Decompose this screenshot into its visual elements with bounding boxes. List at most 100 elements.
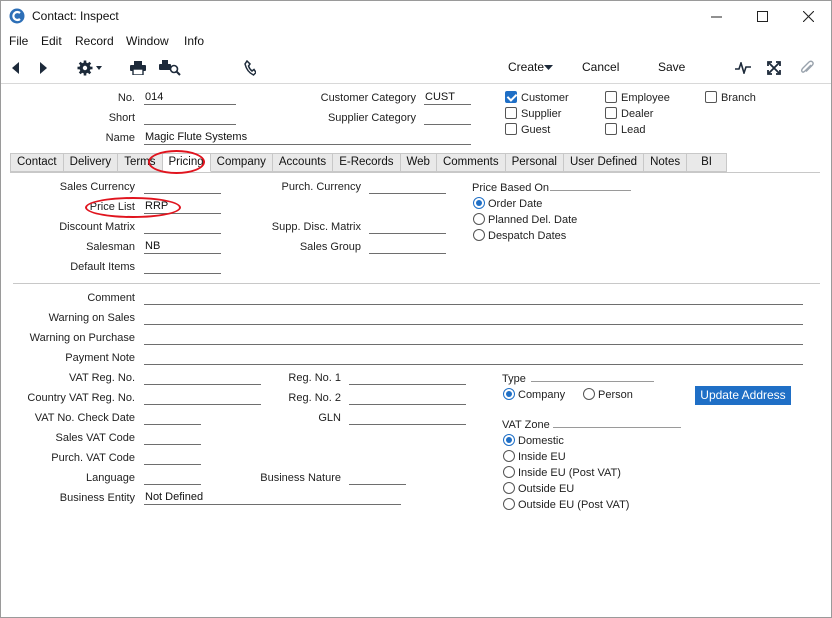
tab-divider [10, 172, 820, 173]
short-label: Short [108, 112, 135, 124]
reg-no-1-field[interactable] [349, 371, 466, 385]
employee-checkbox[interactable] [605, 91, 617, 103]
tab-pricing[interactable]: Pricing [162, 153, 211, 172]
maximize-button[interactable] [739, 1, 785, 31]
cancel-button[interactable]: Cancel [582, 60, 619, 74]
save-button[interactable]: Save [658, 60, 685, 74]
tab-web[interactable]: Web [400, 153, 437, 172]
warning-on-sales-field[interactable] [144, 311, 803, 325]
window-title: Contact: Inspect [32, 9, 119, 23]
phone-icon[interactable] [241, 59, 259, 77]
vat-zone-underline [553, 427, 681, 428]
tab-accounts[interactable]: Accounts [272, 153, 334, 172]
supplier-category-field[interactable] [424, 111, 471, 125]
toolbar: Create Cancel Save [1, 52, 831, 84]
order-date-radio[interactable] [473, 197, 485, 209]
chevron-down-icon[interactable] [542, 59, 554, 77]
expand-icon[interactable] [765, 59, 783, 77]
print-preview-icon[interactable] [158, 59, 182, 77]
employee-checkbox-label: Employee [621, 92, 670, 104]
dealer-checkbox[interactable] [605, 107, 617, 119]
supplier-checkbox[interactable] [505, 107, 517, 119]
menu-window[interactable]: Window [126, 34, 169, 48]
type-company-radio[interactable] [503, 388, 515, 400]
purch-currency-label: Purch. Currency [281, 181, 361, 193]
lead-checkbox[interactable] [605, 123, 617, 135]
customer-category-field[interactable]: CUST [424, 91, 471, 105]
supplier-category-label: Supplier Category [327, 112, 416, 124]
update-address-button[interactable]: Update Address [695, 386, 791, 405]
tab-comments[interactable]: Comments [436, 153, 506, 172]
tab-delivery[interactable]: Delivery [63, 153, 119, 172]
tab-contact[interactable]: Contact [10, 153, 64, 172]
close-button[interactable] [785, 1, 831, 31]
sales-currency-field[interactable] [144, 180, 221, 194]
name-field[interactable]: Magic Flute Systems [144, 131, 471, 145]
sales-vat-code-field[interactable] [144, 431, 201, 445]
gear-icon[interactable] [75, 59, 105, 77]
menu-edit[interactable]: Edit [41, 34, 62, 48]
vat-zone-outside-eu-radio[interactable] [503, 482, 515, 494]
tab-bi[interactable]: BI [687, 153, 728, 172]
salesman-field[interactable]: NB [144, 240, 221, 254]
warning-on-purchase-label: Warning on Purchase [29, 332, 135, 344]
vat-zone-outside-eu-post-vat-radio[interactable] [503, 498, 515, 510]
sales-group-field[interactable] [369, 240, 446, 254]
vat-zone-inside-eu-radio[interactable] [503, 450, 515, 462]
type-person-radio[interactable] [583, 388, 595, 400]
short-field[interactable] [144, 111, 236, 125]
planned-del-date-label: Planned Del. Date [488, 214, 578, 226]
menu-file[interactable]: File [9, 34, 28, 48]
tab-notes[interactable]: Notes [644, 153, 688, 172]
language-field[interactable] [144, 471, 201, 485]
attachment-icon[interactable] [798, 59, 816, 77]
next-record-icon[interactable] [34, 59, 52, 77]
previous-record-icon[interactable] [7, 59, 25, 77]
purch-vat-code-label: Purch. VAT Code [51, 452, 135, 464]
tab-user-defined[interactable]: User Defined [563, 153, 645, 172]
price-list-field[interactable]: RRP [144, 200, 221, 214]
discount-matrix-label: Discount Matrix [59, 221, 135, 233]
supp-disc-matrix-field[interactable] [369, 220, 446, 234]
print-icon[interactable] [129, 59, 147, 77]
create-button[interactable]: Create [508, 60, 544, 74]
tab-company[interactable]: Company [210, 153, 273, 172]
tab-e-records[interactable]: E-Records [333, 153, 401, 172]
menu-info[interactable]: Info [184, 34, 204, 48]
payment-note-field[interactable] [144, 351, 803, 365]
tab-terms[interactable]: Terms [118, 153, 163, 172]
minimize-button[interactable] [693, 1, 739, 31]
purch-vat-code-field[interactable] [144, 451, 201, 465]
default-items-field[interactable] [144, 260, 221, 274]
tab-personal[interactable]: Personal [505, 153, 564, 172]
branch-checkbox[interactable] [705, 91, 717, 103]
vat-zone-label: VAT Zone [502, 419, 550, 431]
discount-matrix-field[interactable] [144, 220, 221, 234]
menu-record[interactable]: Record [75, 34, 114, 48]
activity-icon[interactable] [734, 59, 752, 77]
language-label: Language [86, 472, 135, 484]
price-based-on-underline [550, 190, 631, 191]
vat-no-check-date-field[interactable] [144, 411, 201, 425]
warning-on-sales-label: Warning on Sales [48, 312, 135, 324]
name-label: Name [105, 132, 135, 144]
purch-currency-field[interactable] [369, 180, 446, 194]
gln-field[interactable] [349, 411, 466, 425]
no-field[interactable]: 014 [144, 91, 236, 105]
planned-del-date-radio[interactable] [473, 213, 485, 225]
vat-zone-inside-eu-post-vat-radio[interactable] [503, 466, 515, 478]
dealer-checkbox-label: Dealer [621, 108, 654, 120]
comment-field[interactable] [144, 291, 803, 305]
customer-checkbox[interactable] [505, 91, 517, 103]
order-date-label: Order Date [488, 198, 543, 210]
vat-zone-domestic-radio[interactable] [503, 434, 515, 446]
warning-on-purchase-field[interactable] [144, 331, 803, 345]
business-nature-field[interactable] [349, 471, 406, 485]
contact-inspect-window: Contact: Inspect File Edit Record Window… [0, 0, 832, 618]
despatch-dates-radio[interactable] [473, 229, 485, 241]
guest-checkbox[interactable] [505, 123, 517, 135]
salesman-label: Salesman [86, 241, 135, 253]
reg-no-2-field[interactable] [349, 391, 466, 405]
business-entity-field[interactable]: Not Defined [144, 491, 401, 505]
section-divider [13, 283, 820, 284]
